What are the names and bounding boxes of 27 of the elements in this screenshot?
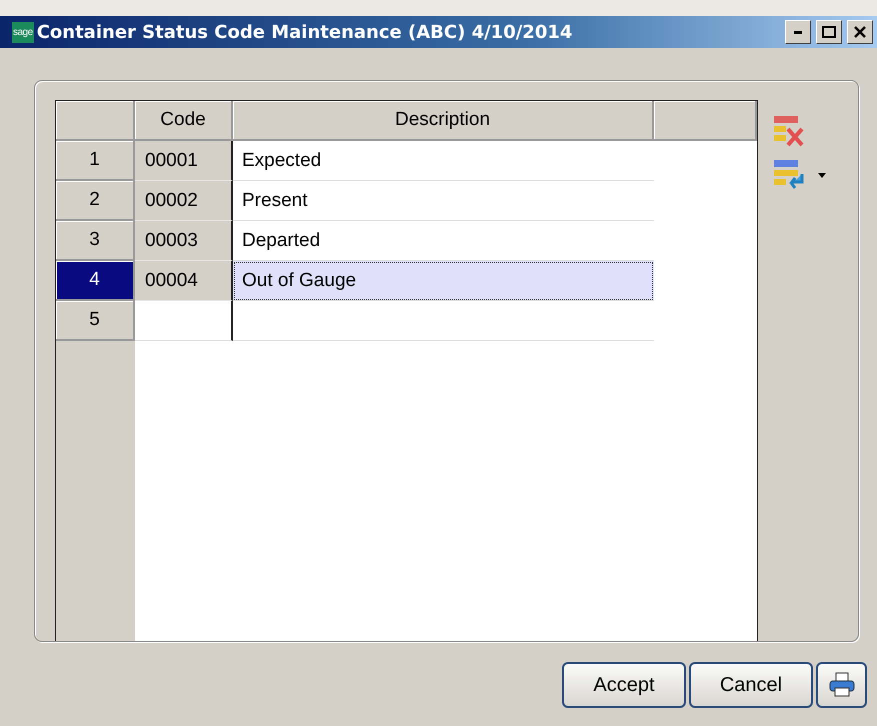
accept-button[interactable]: Accept xyxy=(562,662,686,708)
table-cell: 00002 xyxy=(135,181,233,221)
delete-rows-icon[interactable] xyxy=(772,114,806,148)
maximize-button[interactable] xyxy=(816,20,842,44)
row-header[interactable]: 2 xyxy=(56,181,135,221)
row-header[interactable]: 4 xyxy=(56,261,135,301)
table-cell: 00001 xyxy=(135,141,233,181)
insert-rows-icon[interactable] xyxy=(772,158,806,192)
row-header[interactable]: 3 xyxy=(56,221,135,261)
close-button[interactable] xyxy=(847,20,873,44)
minimize-button[interactable] xyxy=(785,20,811,44)
app-logo: sage xyxy=(12,22,34,42)
column-header[interactable]: Description xyxy=(233,101,654,141)
close-icon xyxy=(854,26,866,38)
window-title: Container Status Code Maintenance (ABC) 4/10/2014 xyxy=(36,22,574,42)
row-header[interactable]: 5 xyxy=(56,301,135,341)
minimize-icon xyxy=(794,30,802,34)
table-cell: Out of Gauge xyxy=(233,261,654,301)
cancel-button[interactable]: Cancel xyxy=(689,662,813,708)
column-header[interactable]: Code xyxy=(135,101,233,141)
table-cell: 00004 xyxy=(135,261,233,301)
maximize-icon xyxy=(822,26,836,38)
row-header[interactable]: 1 xyxy=(56,141,135,181)
table-cell: 00003 xyxy=(135,221,233,261)
dropdown-caret-icon[interactable] xyxy=(818,172,826,178)
print-button[interactable] xyxy=(816,662,867,708)
printer-icon xyxy=(828,671,856,699)
